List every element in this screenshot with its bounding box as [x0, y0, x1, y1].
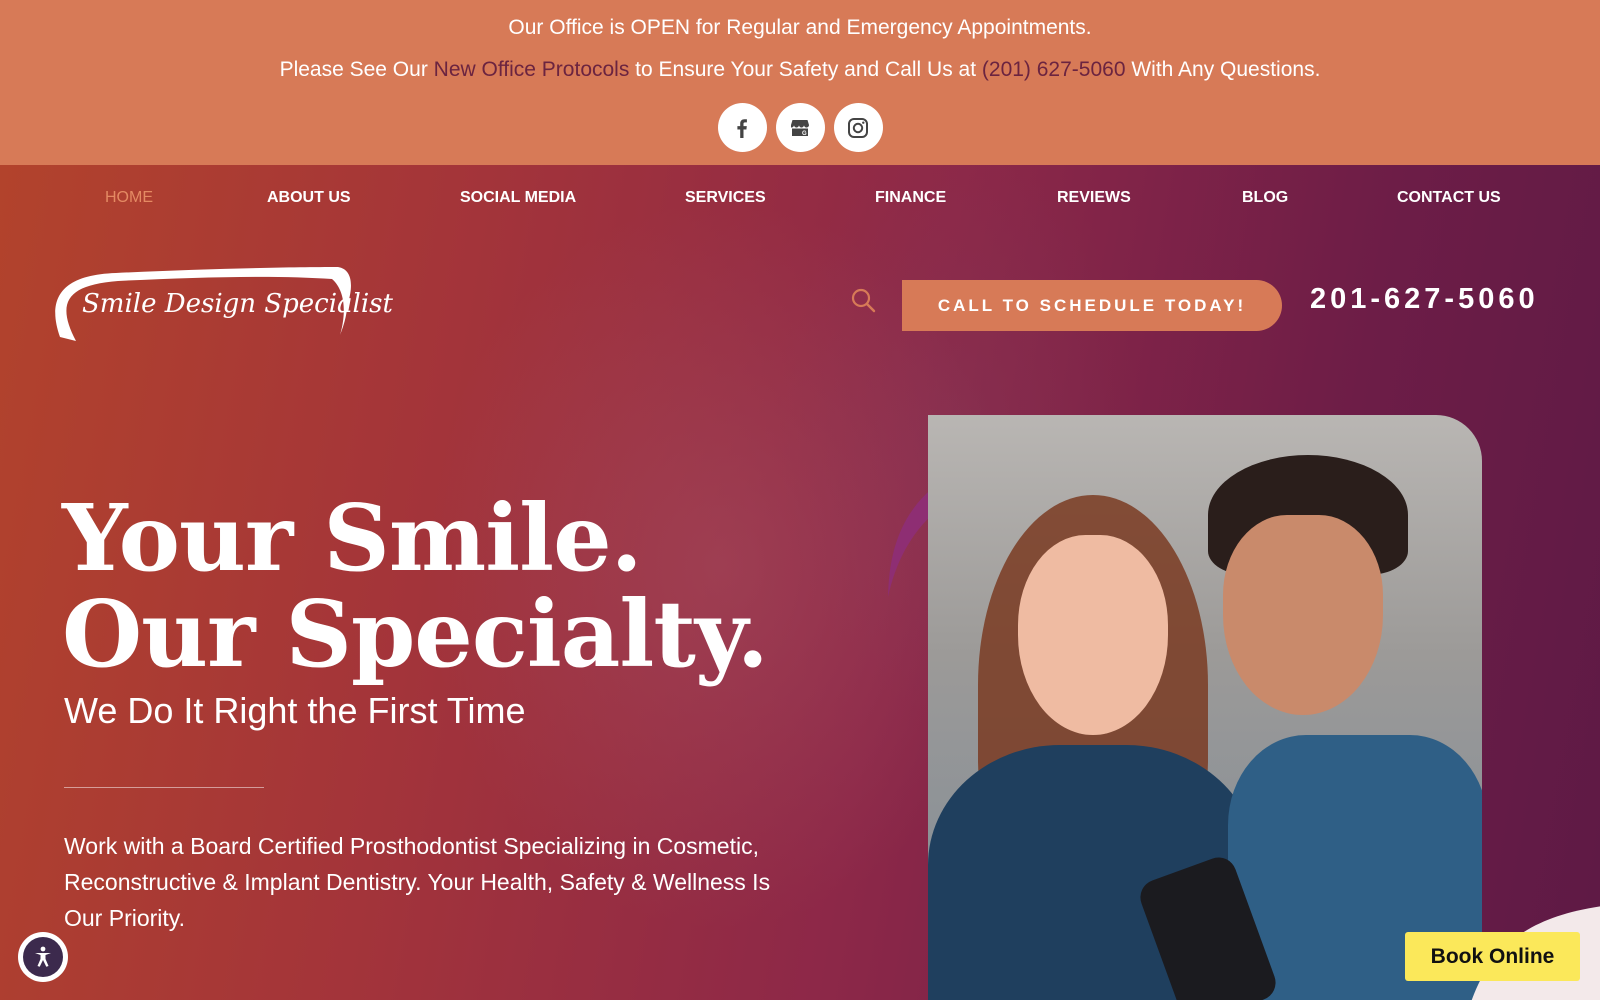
- hero-body-text: Work with a Board Certified Prosthodonti…: [64, 833, 771, 931]
- social-links: G: [0, 103, 1600, 152]
- announcement-text-prefix: Please See Our: [279, 58, 434, 81]
- main-nav: HOME ABOUT US SOCIAL MEDIA SERVICES FINA…: [0, 165, 1600, 231]
- nav-item-services[interactable]: SERVICES: [685, 189, 766, 207]
- facebook-icon: [737, 118, 747, 138]
- announcement-text-middle: to Ensure Your Safety and Call Us at: [629, 58, 982, 81]
- headline-line-2: Our Specialty.: [62, 580, 769, 688]
- hero-headline: Your Smile. Our Specialty.: [62, 484, 769, 688]
- accessibility-icon: [35, 946, 51, 967]
- accessibility-icon-wrap: [23, 937, 63, 977]
- nav-item-about-us[interactable]: ABOUT US: [267, 189, 351, 207]
- nav-item-home[interactable]: HOME: [105, 189, 153, 207]
- google-business-icon: G: [791, 119, 809, 137]
- header-phone[interactable]: 201-627-5060: [1310, 283, 1539, 316]
- search-icon[interactable]: [850, 287, 876, 313]
- photo-shape-woman-face: [1018, 535, 1168, 735]
- nav-item-finance[interactable]: FINANCE: [875, 189, 946, 207]
- logo-text: Smile Design Specialist: [82, 289, 393, 319]
- google-business-button[interactable]: G: [775, 103, 825, 152]
- announcement-bar: Our Office is OPEN for Regular and Emerg…: [0, 0, 1600, 165]
- accessibility-button[interactable]: [18, 932, 68, 982]
- instagram-button[interactable]: [833, 103, 883, 152]
- site-logo[interactable]: Smile Design Specialist: [46, 263, 393, 345]
- announcement-line-2: Please See Our New Office Protocols to E…: [0, 58, 1600, 82]
- hero-photo-couple: [928, 415, 1482, 1000]
- announcement-phone-link[interactable]: (201) 627-5060: [982, 58, 1126, 81]
- headline-line-1: Your Smile.: [62, 484, 643, 592]
- call-to-schedule-button[interactable]: CALL TO SCHEDULE TODAY!: [902, 280, 1282, 331]
- office-protocols-link[interactable]: New Office Protocols: [434, 58, 630, 81]
- nav-item-blog[interactable]: BLOG: [1242, 189, 1288, 207]
- hero-divider: [64, 787, 264, 788]
- svg-text:G: G: [802, 131, 807, 137]
- announcement-text-suffix: With Any Questions.: [1125, 58, 1321, 81]
- book-online-button[interactable]: Book Online: [1405, 932, 1580, 981]
- hero-subheadline: We Do It Right the First Time: [64, 690, 526, 731]
- nav-item-contact-us[interactable]: CONTACT US: [1397, 189, 1501, 207]
- photo-shape-man-face: [1223, 515, 1383, 715]
- nav-item-reviews[interactable]: REVIEWS: [1057, 189, 1131, 207]
- hero-section: HOME ABOUT US SOCIAL MEDIA SERVICES FINA…: [0, 165, 1600, 1000]
- facebook-button[interactable]: [717, 103, 767, 152]
- nav-item-social-media[interactable]: SOCIAL MEDIA: [460, 189, 576, 207]
- announcement-line-1: Our Office is OPEN for Regular and Emerg…: [508, 16, 1092, 39]
- instagram-icon: [848, 117, 868, 138]
